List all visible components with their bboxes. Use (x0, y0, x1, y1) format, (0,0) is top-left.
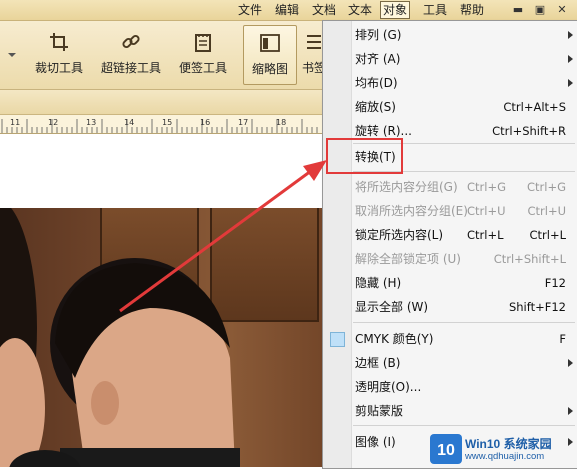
submenu-arrow-icon (568, 407, 573, 415)
menu-item-label: 边框 (B) (355, 356, 401, 370)
menu-item-label: 取消所选内容分组(E) (355, 204, 468, 218)
ruler-label: 17 (238, 118, 248, 127)
menu-edit[interactable]: 编辑 (275, 2, 299, 18)
note-tool-label: 便签工具 (178, 61, 227, 75)
watermark: 10 Win10 系统家园 www.qdhuajin.com (430, 432, 577, 467)
menu-help[interactable]: 帮助 (460, 2, 484, 18)
menu-item-label: 均布(D) (355, 76, 398, 90)
menu-tools[interactable]: 工具 (423, 2, 447, 18)
ruler-label: 13 (86, 118, 96, 127)
thumbnail-button[interactable]: 缩略图 (243, 25, 297, 85)
watermark-brand: Win10 系统家园 (465, 437, 552, 451)
link-icon (122, 34, 140, 49)
menu-item-shortcut: Shift+F12 (508, 300, 566, 314)
menu-item-border[interactable]: 边框 (B) (323, 352, 577, 374)
submenu-arrow-icon (568, 55, 573, 63)
menu-item-label: 缩放(S) (355, 100, 396, 114)
menu-separator (353, 322, 575, 323)
menu-text[interactable]: 文本 (348, 2, 372, 18)
menu-item-cmyk-color[interactable]: CMYK 颜色(Y) F (323, 328, 577, 350)
menu-item-transparency[interactable]: 透明度(O)... (323, 376, 577, 398)
submenu-arrow-icon (568, 79, 573, 87)
menu-item-label: CMYK 颜色(Y) (355, 332, 434, 346)
menu-item-label: 隐藏 (H) (355, 276, 402, 290)
menu-item-lock[interactable]: 锁定所选内容(L) Ctrl+L Ctrl+L (323, 224, 577, 246)
logo-text: 10 (437, 442, 455, 459)
menu-separator (353, 425, 575, 426)
menu-item-clipping-mask[interactable]: 剪贴蒙版 (323, 400, 577, 422)
ruler-label: 14 (124, 118, 134, 127)
ruler-label: 11 (10, 118, 20, 127)
menu-item-label: 剪贴蒙版 (355, 404, 404, 418)
menu-item-unlock-all[interactable]: 解除全部锁定项 (U) Ctrl+Shift+L (323, 248, 577, 270)
win10-logo-icon: 10 (430, 434, 462, 464)
menu-item-shortcut-inline: Ctrl+U (467, 204, 506, 218)
menu-item-label: 锁定所选内容(L) (355, 228, 444, 242)
menu-item-scale[interactable]: 缩放(S) Ctrl+Alt+S (323, 96, 577, 118)
menu-item-shortcut: Ctrl+Alt+S (503, 100, 566, 114)
menu-item-align[interactable]: 对齐 (A) (323, 48, 577, 70)
menu-object[interactable]: 对象 (380, 1, 411, 19)
menu-document[interactable]: 文档 (312, 2, 336, 18)
note-tool-button[interactable]: 便签工具 (174, 25, 232, 83)
menu-item-shortcut-inline: Ctrl+L (467, 228, 504, 242)
submenu-arrow-icon (568, 31, 573, 39)
menubar: 文件 编辑 文档 文本 对象 工具 帮助 ▬ ▣ ✕ (0, 0, 577, 21)
watermark-url: www.qdhuajin.com (465, 451, 545, 462)
toolbar-overflow-icon[interactable] (8, 49, 16, 63)
ruler-label: 16 (200, 118, 210, 127)
menu-file[interactable]: 文件 (238, 2, 262, 18)
menu-item-hide[interactable]: 隐藏 (H) F12 (323, 272, 577, 294)
ruler-label: 12 (48, 118, 58, 127)
menu-item-distribute[interactable]: 均布(D) (323, 72, 577, 94)
note-icon (195, 34, 211, 52)
highlight-box (326, 138, 403, 174)
menu-item-label: 对齐 (A) (355, 52, 401, 66)
menu-item-arrange[interactable]: 排列 (G) (323, 24, 577, 46)
thumbnail-label: 缩略图 (251, 62, 288, 76)
menu-item-show-all[interactable]: 显示全部 (W) Shift+F12 (323, 296, 577, 318)
crop-tool-label: 裁切工具 (34, 61, 83, 75)
menu-item-label: 图像 (I) (355, 435, 396, 449)
menu-item-shortcut: Ctrl+G (526, 180, 566, 194)
ruler-label: 18 (276, 118, 286, 127)
ruler-label: 15 (162, 118, 172, 127)
crop-tool-button[interactable]: 裁切工具 (30, 25, 88, 83)
menu-item-shortcut: Ctrl+Shift+R (492, 124, 566, 138)
menu-item-shortcut: Ctrl+U (527, 204, 566, 218)
menu-item-shortcut: Ctrl+L (529, 228, 566, 242)
menu-item-label: 透明度(O)... (355, 380, 422, 394)
menu-item-shortcut-inline: Ctrl+G (467, 180, 507, 194)
menu-item-group[interactable]: 将所选内容分组(G) Ctrl+G Ctrl+G (323, 176, 577, 198)
submenu-arrow-icon (568, 359, 573, 367)
menu-item-label: 排列 (G) (355, 28, 402, 42)
menu-item-label: 显示全部 (W) (355, 300, 429, 314)
minimize-icon[interactable]: ▬ (507, 3, 529, 16)
thumbnail-icon (260, 34, 280, 52)
maximize-icon[interactable]: ▣ (529, 3, 551, 16)
menu-item-ungroup[interactable]: 取消所选内容分组(E) Ctrl+U Ctrl+U (323, 200, 577, 222)
menu-item-shortcut: Ctrl+Shift+L (493, 252, 566, 266)
crop-icon (50, 33, 68, 51)
menu-item-shortcut: F12 (544, 276, 566, 290)
close-icon[interactable]: ✕ (551, 3, 573, 16)
menu-item-shortcut: F (559, 332, 566, 346)
menu-item-label: 将所选内容分组(G) (355, 180, 458, 194)
window-controls: ▬ ▣ ✕ (507, 2, 573, 18)
object-context-menu: 排列 (G) 对齐 (A) 均布(D) 缩放(S) Ctrl+Alt+S 旋转 … (322, 20, 577, 469)
menu-item-label: 解除全部锁定项 (U) (355, 252, 461, 266)
hyperlink-tool-button[interactable]: 超链接工具 (96, 25, 166, 83)
checkbox-icon (330, 332, 345, 347)
hyperlink-tool-label: 超链接工具 (100, 61, 161, 75)
